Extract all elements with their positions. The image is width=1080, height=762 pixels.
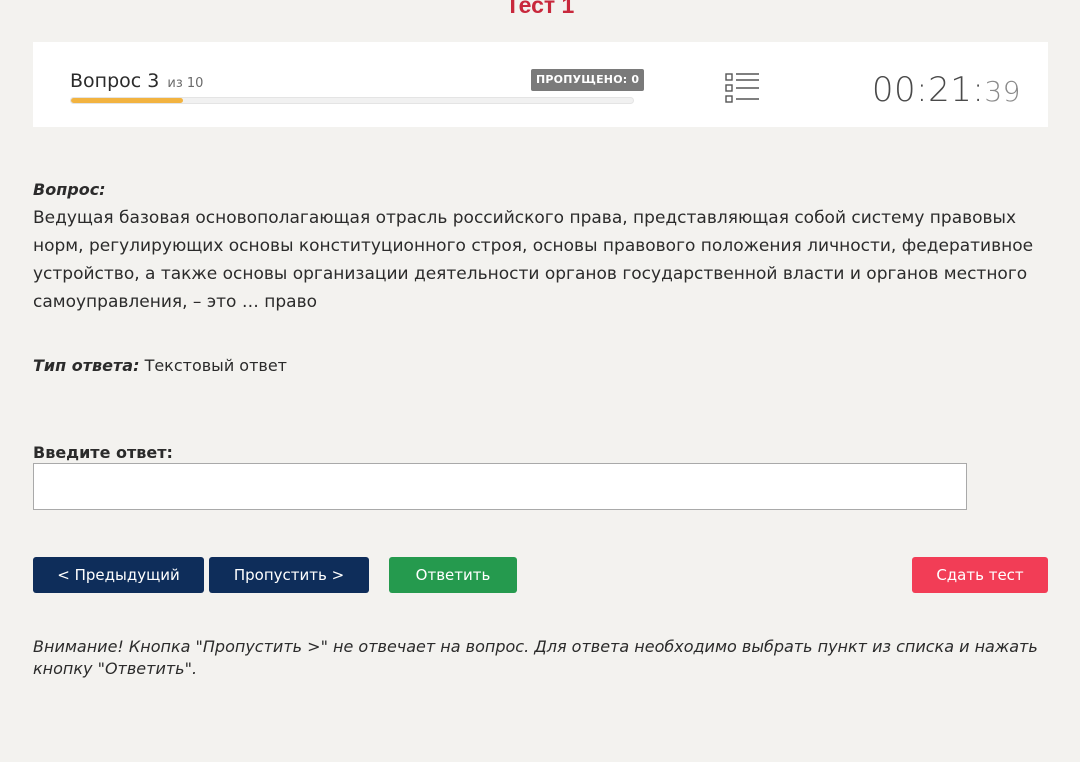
answer-type: Тип ответа: Текстовый ответ bbox=[33, 356, 287, 375]
question-total: из 10 bbox=[167, 76, 204, 91]
answer-type-value: Текстовый ответ bbox=[144, 356, 287, 375]
answer-type-label: Тип ответа: bbox=[33, 356, 140, 375]
timer-main: 00:21: bbox=[871, 70, 985, 110]
progress-fill bbox=[71, 98, 184, 103]
page-title: Тест 1 bbox=[505, 0, 575, 18]
answer-input-label: Введите ответ: bbox=[33, 443, 173, 462]
progress-bar bbox=[70, 97, 634, 104]
question-label: Вопрос: bbox=[33, 180, 106, 199]
status-panel: Вопрос 3 из 10 ПРОПУЩЕНО: 0 00:21:39 bbox=[33, 42, 1048, 127]
warning-text: Внимание! Кнопка "Пропустить >" не отвеч… bbox=[33, 637, 1038, 678]
skipped-badge: ПРОПУЩЕНО: 0 bbox=[531, 69, 645, 91]
skip-button[interactable]: Пропустить > bbox=[209, 557, 369, 593]
answer-button[interactable]: Ответить bbox=[389, 557, 517, 593]
timer: 00:21:39 bbox=[872, 70, 1021, 110]
previous-button[interactable]: < Предыдущий bbox=[33, 557, 204, 593]
question-list-icon[interactable] bbox=[725, 72, 761, 104]
question-text: Ведущая базовая основополагающая отрасль… bbox=[33, 208, 1034, 312]
answer-input[interactable] bbox=[33, 463, 967, 510]
question-number-label: Вопрос 3 bbox=[70, 70, 160, 92]
finish-test-button[interactable]: Сдать тест bbox=[912, 557, 1048, 593]
question-counter: Вопрос 3 из 10 bbox=[70, 70, 203, 92]
timer-seconds: 39 bbox=[984, 75, 1021, 108]
